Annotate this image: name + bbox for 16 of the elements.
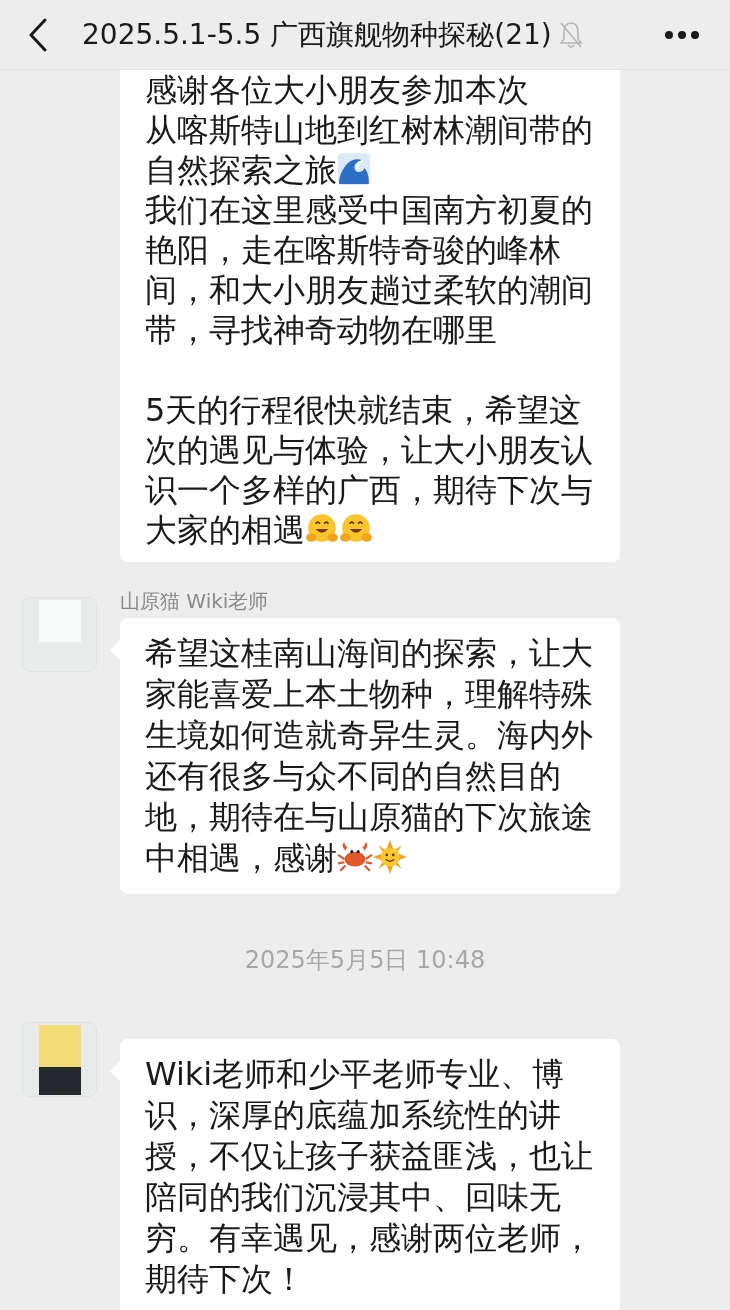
chat-title: 2025.5.1-5.5 广西旗舰物种探秘(21) — [82, 16, 552, 53]
avatar[interactable] — [22, 1022, 97, 1097]
message-text: 感谢各位大小朋友参加本次 — [145, 70, 530, 110]
message-text: 从喀斯特山地到红树林潮间带的 — [145, 110, 594, 150]
message-text: 我们在这里感受中国南方初夏的艳阳，走在喀斯特奇骏的峰林间，和大小朋友趟过柔软的潮间带，寻找神奇动物在哪里 — [145, 190, 594, 350]
message-text: 5天的行程很快就结束，希望这次的遇见与体验，让大小朋友认识一个多样的广西，期待下次与大家的相遇 — [145, 390, 594, 550]
message-text: 自然探索之旅 — [145, 150, 595, 190]
back-icon[interactable] — [28, 17, 48, 52]
message-text: Wiki老师和少平老师专业、博识，深厚的底蕴加系统性的讲授，不仅让孩子获益匪浅，也让陪同的我们沉浸其中、回味无穷。有幸遇见，感谢两位老师，期待下次！ — [145, 1054, 594, 1300]
timestamp: 2025年5月5日 10:48 — [244, 945, 486, 976]
sender-name: 山原猫 Wiki老师 — [120, 589, 270, 613]
message-text: 希望这桂南山海间的探索，让大家能喜爱上本土物种，理解特殊生境如何造就奇异生灵。海内外还有很多与众不同的自然目的地，期待在与山原猫的下次旅途中相遇，感谢 — [145, 633, 594, 879]
wave-icon — [337, 152, 371, 186]
more-icon[interactable] — [664, 29, 700, 40]
sun-icon — [373, 840, 407, 874]
crab-icon — [337, 840, 373, 874]
